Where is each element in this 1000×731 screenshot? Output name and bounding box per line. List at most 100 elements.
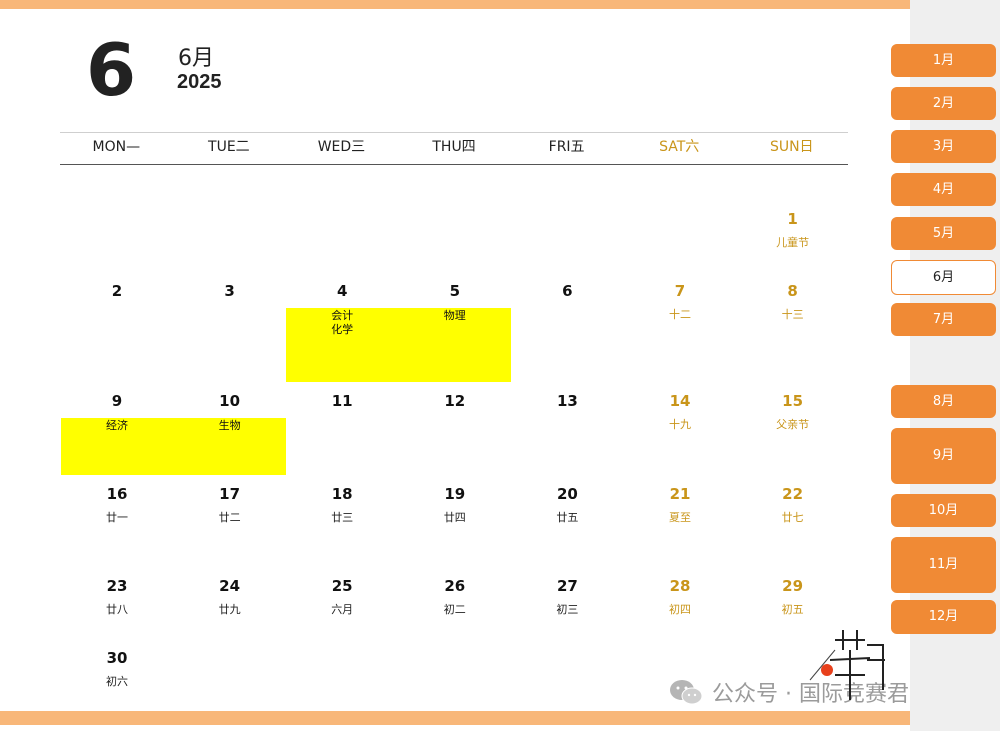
calendar-day-cell[interactable]: 9 (61, 392, 173, 418)
month-button-3[interactable]: 3月 (891, 130, 996, 163)
lunar-or-holiday-label: 夏至 (669, 511, 691, 524)
calendar-day-cell[interactable]: 16 廿一 (61, 485, 173, 524)
calendar-day-cell[interactable]: 10 (174, 392, 286, 418)
calendar-day-cell[interactable]: 30 初六 (61, 649, 173, 688)
month-button-7[interactable]: 7月 (891, 303, 996, 336)
day-number: 3 (224, 282, 235, 300)
calendar-day-cell[interactable]: 6 (511, 282, 623, 308)
month-button-12[interactable]: 12月 (891, 600, 996, 634)
day-number: 26 (444, 577, 466, 595)
calligraphy-logo (809, 630, 885, 700)
weekday-label: SAT六 (659, 139, 700, 155)
month-number: 6 (86, 28, 137, 112)
calendar-day-cell[interactable]: 25 六月 (286, 577, 398, 616)
lunar-or-holiday-label: 六月 (331, 603, 354, 616)
day-number: 20 (556, 485, 578, 503)
calendar-day-cell[interactable]: 29 初五 (737, 577, 849, 616)
day-number: 12 (444, 392, 466, 410)
lunar-or-holiday-label: 廿五 (556, 511, 579, 524)
day-number: 14 (669, 392, 691, 410)
weekday-label: WED三 (317, 139, 366, 155)
month-button-1[interactable]: 1月 (891, 44, 996, 77)
month-button-9[interactable]: 9月 (891, 428, 996, 484)
calendar-day-cell[interactable]: 7 十二 (624, 282, 736, 321)
top-accent-bar (0, 0, 910, 9)
day-number: 7 (674, 282, 686, 300)
calendar-day-cell[interactable]: 14 十九 (624, 392, 736, 431)
calendar-day-cell[interactable]: 12 (399, 392, 511, 418)
exam-subjects: 经济 (106, 419, 128, 432)
day-number: 23 (106, 577, 128, 595)
month-button-10[interactable]: 10月 (891, 494, 996, 527)
calendar-day-cell[interactable]: 11 (286, 392, 398, 418)
lunar-or-holiday-label: 十二 (669, 308, 691, 321)
day-number: 6 (562, 282, 573, 300)
calendar-day-cell[interactable]: 13 (511, 392, 623, 418)
calendar-day-cell[interactable]: 1 儿童节 (737, 210, 849, 249)
calendar-day-cell[interactable]: 22 廿七 (737, 485, 849, 524)
day-number: 17 (219, 485, 241, 503)
day-number: 28 (669, 577, 691, 595)
month-button-4[interactable]: 4月 (891, 173, 996, 206)
lunar-or-holiday-label: 廿二 (218, 511, 241, 524)
lunar-or-holiday-label: 十三 (781, 308, 804, 321)
calendar-day-cell[interactable]: 17 廿二 (174, 485, 286, 524)
day-number: 13 (556, 392, 578, 410)
calendar-day-cell[interactable]: 20 廿五 (511, 485, 623, 524)
day-number: 9 (111, 392, 123, 410)
month-button-6[interactable]: 6月 (891, 260, 996, 295)
calendar-day-cell[interactable]: 8 十三 (737, 282, 849, 321)
day-number: 18 (331, 485, 353, 503)
day-number: 25 (331, 577, 353, 595)
calendar-day-cell[interactable]: 18 廿三 (286, 485, 398, 524)
calendar-day-cell[interactable]: 21 夏至 (624, 485, 736, 524)
month-button-2[interactable]: 2月 (891, 87, 996, 120)
day-number: 27 (556, 577, 578, 595)
lunar-or-holiday-label: 初四 (669, 603, 691, 616)
day-number: 8 (787, 282, 798, 300)
calendar-day-cell[interactable]: 28 初四 (624, 577, 736, 616)
calendar-day-cell[interactable]: 4 (286, 282, 398, 308)
day-number: 15 (782, 392, 804, 410)
day-number: 4 (336, 282, 348, 300)
calendar-day-cell[interactable]: 26 初二 (399, 577, 511, 616)
month-button-11[interactable]: 11月 (891, 537, 996, 593)
day-number: 29 (782, 577, 804, 595)
lunar-or-holiday-label: 廿一 (106, 511, 128, 524)
bottom-accent-bar (0, 711, 910, 725)
weekday-label: SUN日 (769, 139, 814, 155)
lunar-or-holiday-label: 廿三 (331, 511, 354, 524)
calendar-day-cell[interactable]: 27 初三 (511, 577, 623, 616)
exam-subjects: 会计 化学 (331, 309, 354, 336)
lunar-or-holiday-label: 廿七 (781, 511, 804, 524)
calendar-day-cell[interactable]: 3 (174, 282, 286, 308)
calendar-day-cell[interactable]: 15 父亲节 (737, 392, 849, 431)
day-number: 16 (106, 485, 128, 503)
day-number: 19 (444, 485, 466, 503)
calendar-day-cell[interactable]: 5 (399, 282, 511, 308)
month-label: 6月 (178, 46, 214, 71)
weekday-label: TUE二 (208, 139, 250, 155)
lunar-or-holiday-label: 廿九 (218, 603, 241, 616)
lunar-or-holiday-label: 初二 (443, 603, 466, 616)
month-button-8[interactable]: 8月 (891, 385, 996, 418)
day-number: 5 (449, 282, 461, 300)
lunar-or-holiday-label: 初六 (106, 675, 128, 688)
day-number: 10 (219, 392, 241, 410)
lunar-or-holiday-label: 十九 (669, 418, 691, 431)
calendar-day-cell[interactable]: 24 廿九 (174, 577, 286, 616)
lunar-or-holiday-label: 儿童节 (776, 236, 810, 249)
day-number: 30 (106, 649, 128, 667)
lunar-or-holiday-label: 廿八 (106, 603, 128, 616)
year-label: 2025 (177, 71, 222, 93)
lunar-or-holiday-label: 廿四 (443, 511, 466, 524)
calendar-day-cell[interactable]: 23 廿八 (61, 577, 173, 616)
weekday-label: FRI五 (548, 139, 585, 155)
calendar-day-cell[interactable]: 19 廿四 (399, 485, 511, 524)
day-number: 2 (111, 282, 123, 300)
month-button-5[interactable]: 5月 (891, 217, 996, 250)
weekday-label: MON— (92, 139, 141, 155)
lunar-or-holiday-label: 初五 (781, 603, 804, 616)
weekday-label: THU四 (432, 139, 476, 155)
calendar-day-cell[interactable]: 2 (61, 282, 173, 308)
